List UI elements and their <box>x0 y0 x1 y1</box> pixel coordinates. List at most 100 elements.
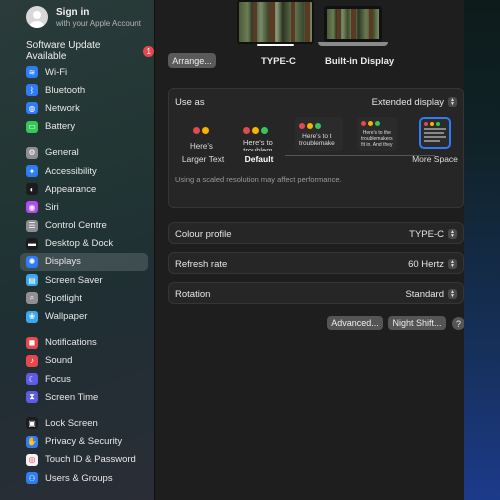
builtin-display-label[interactable]: Built-in Display <box>325 56 394 67</box>
sidebar-item-label: Focus <box>45 373 71 385</box>
display-icon: ✺ <box>26 255 38 268</box>
sidebar-item-spotlight[interactable]: ⌕ Spotlight <box>20 289 148 307</box>
sidebar-item-label: Accessibility <box>45 165 97 177</box>
sidebar-item-desktop-dock[interactable]: ▬ Desktop & Dock <box>20 235 148 253</box>
sidebar-item-label: Control Centre <box>45 220 107 232</box>
sidebar-item-label: Touch ID & Password <box>45 454 136 466</box>
colour-profile-label: Colour profile <box>175 228 232 240</box>
external-display-thumbnail[interactable] <box>237 0 314 44</box>
resolution-label-more-space: More Space <box>412 154 458 164</box>
sidebar-item-wallpaper[interactable]: ❀ Wallpaper <box>20 307 148 325</box>
resolution-label-larger-text: Larger Text <box>181 154 225 164</box>
sidebar-item-label: Network <box>45 102 80 114</box>
resolution-option-default[interactable]: Here's to troublem Default <box>237 117 281 164</box>
sidebar-item-notifications[interactable]: ◼ Notifications <box>20 334 148 352</box>
screen-saver-icon: ▤ <box>26 274 38 287</box>
sidebar-item-sound[interactable]: ♪ Sound <box>20 352 148 370</box>
users-icon: ⚇ <box>26 472 38 485</box>
sidebar-nav: ≋ Wi-Fi ᛒ Bluetooth ◍ Network ▭ Battery ⚙ General… <box>20 63 148 487</box>
globe-icon: ◍ <box>26 102 38 115</box>
sidebar: Sign in with your Apple Account Software… <box>0 0 155 500</box>
avatar <box>26 6 48 28</box>
sidebar-item-screen-saver[interactable]: ▤ Screen Saver <box>20 271 148 289</box>
software-update-row[interactable]: Software Update Available 1 <box>26 40 154 62</box>
option3-sample-text: Here's to t <box>302 133 332 140</box>
sidebar-item-label: Desktop & Dock <box>45 238 114 250</box>
resolution-option-more-space[interactable]: More Space <box>409 117 461 164</box>
sidebar-item-focus[interactable]: ☾ Focus <box>20 370 148 388</box>
sidebar-item-label: Screen Time <box>45 391 99 403</box>
appearance-icon: ◐ <box>26 183 38 196</box>
scaled-resolution-note: Using a scaled resolution may affect per… <box>175 175 342 184</box>
sidebar-item-screen-time[interactable]: ⧗ Screen Time <box>20 388 148 406</box>
lock-screen-icon: ▣ <box>26 417 38 430</box>
control-centre-icon: ☰ <box>26 219 38 232</box>
rotation-label: Rotation <box>175 288 211 300</box>
sidebar-item-appearance[interactable]: ◐ Appearance <box>20 180 148 198</box>
arrange-button[interactable]: Arrange... <box>168 53 216 68</box>
sidebar-item-displays[interactable]: ✺ Displays <box>20 252 148 272</box>
refresh-rate-label: Refresh rate <box>175 258 228 270</box>
fingerprint-icon: ◎ <box>26 453 38 466</box>
colour-profile-value: TYPE-C <box>409 228 444 240</box>
use-as-popup[interactable]: Extended display ▲ ▼ <box>372 97 457 108</box>
sidebar-item-label: Wallpaper <box>45 311 88 323</box>
sign-in-row[interactable]: Sign in with your Apple Account <box>26 2 141 32</box>
sidebar-item-battery[interactable]: ▭ Battery <box>20 118 148 136</box>
resolution-option-4[interactable]: Here's to the troublemakers fit in. And th… <box>355 117 399 154</box>
gear-icon: ⚙ <box>26 146 38 159</box>
night-shift-button[interactable]: Night Shift... <box>388 316 446 330</box>
sidebar-item-label: Users & Groups <box>45 472 113 484</box>
rotation-row: Rotation Standard ▲ ▼ <box>168 282 464 304</box>
sidebar-item-network[interactable]: ◍ Network <box>20 99 148 117</box>
resolution-label-default: Default <box>244 154 274 164</box>
refresh-rate-popup[interactable]: 60 Hertz ▲ ▼ <box>408 259 457 270</box>
desktop-wallpaper-edge <box>464 0 500 500</box>
wallpaper-icon: ❀ <box>26 310 38 323</box>
sidebar-item-users-groups[interactable]: ⚇ Users & Groups <box>20 469 148 487</box>
sidebar-item-label: Spotlight <box>45 292 82 304</box>
refresh-rate-value: 60 Hertz <box>408 258 444 270</box>
sidebar-item-label: Lock Screen <box>45 417 98 429</box>
speaker-icon: ♪ <box>26 354 38 367</box>
resolution-option-larger-text[interactable]: Here's Larger Text <box>181 117 225 164</box>
sidebar-item-label: Bluetooth <box>45 84 86 96</box>
colour-profile-popup[interactable]: TYPE-C ▲ ▼ <box>409 229 457 240</box>
chevron-updown-icon: ▲ ▼ <box>448 229 457 239</box>
advanced-button[interactable]: Advanced... <box>327 316 383 330</box>
sidebar-item-label: Wi-Fi <box>45 66 68 78</box>
sidebar-item-label: Sound <box>45 355 73 367</box>
resolution-option-3[interactable]: Here's to t troublemake <box>295 117 343 154</box>
selected-display-indicator <box>257 44 294 46</box>
dock-icon: ▬ <box>26 237 38 250</box>
sidebar-item-label: Privacy & Security <box>45 436 123 448</box>
hand-icon: ✋ <box>26 435 38 448</box>
displays-pane: Arrange... TYPE-C Built-in Display Use a… <box>156 0 500 500</box>
sidebar-item-lock-screen[interactable]: ▣ Lock Screen <box>20 414 148 432</box>
sidebar-item-general[interactable]: ⚙ General <box>20 144 148 162</box>
battery-icon: ▭ <box>26 120 38 133</box>
siri-icon: ◉ <box>26 201 38 214</box>
moon-icon: ☾ <box>26 373 38 386</box>
external-display-label[interactable]: TYPE-C <box>261 56 296 67</box>
refresh-rate-row: Refresh rate 60 Hertz ▲ ▼ <box>168 252 464 274</box>
sidebar-item-bluetooth[interactable]: ᛒ Bluetooth <box>20 81 148 99</box>
builtin-display-thumbnail[interactable] <box>324 6 382 42</box>
sidebar-item-label: Appearance <box>45 183 97 195</box>
sign-in-subtitle: with your Apple Account <box>56 18 141 28</box>
sidebar-item-label: Displays <box>45 256 81 268</box>
sidebar-item-label: Battery <box>45 121 76 133</box>
wifi-icon: ≋ <box>26 66 38 79</box>
sidebar-item-accessibility[interactable]: ✦ Accessibility <box>20 162 148 180</box>
colour-profile-row: Colour profile TYPE-C ▲ ▼ <box>168 222 464 244</box>
sidebar-item-privacy-security[interactable]: ✋ Privacy & Security <box>20 433 148 451</box>
sidebar-item-control-centre[interactable]: ☰ Control Centre <box>20 217 148 235</box>
sidebar-item-touch-id-password[interactable]: ◎ Touch ID & Password <box>20 451 148 469</box>
sidebar-item-siri[interactable]: ◉ Siri <box>20 198 148 216</box>
sidebar-item-label: General <box>45 147 79 159</box>
sidebar-item-wi-fi[interactable]: ≋ Wi-Fi <box>20 63 148 81</box>
rotation-popup[interactable]: Standard ▲ ▼ <box>405 289 457 300</box>
chevron-updown-icon: ▲ ▼ <box>448 289 457 299</box>
search-icon: ⌕ <box>26 292 38 305</box>
bell-icon: ◼ <box>26 336 38 349</box>
